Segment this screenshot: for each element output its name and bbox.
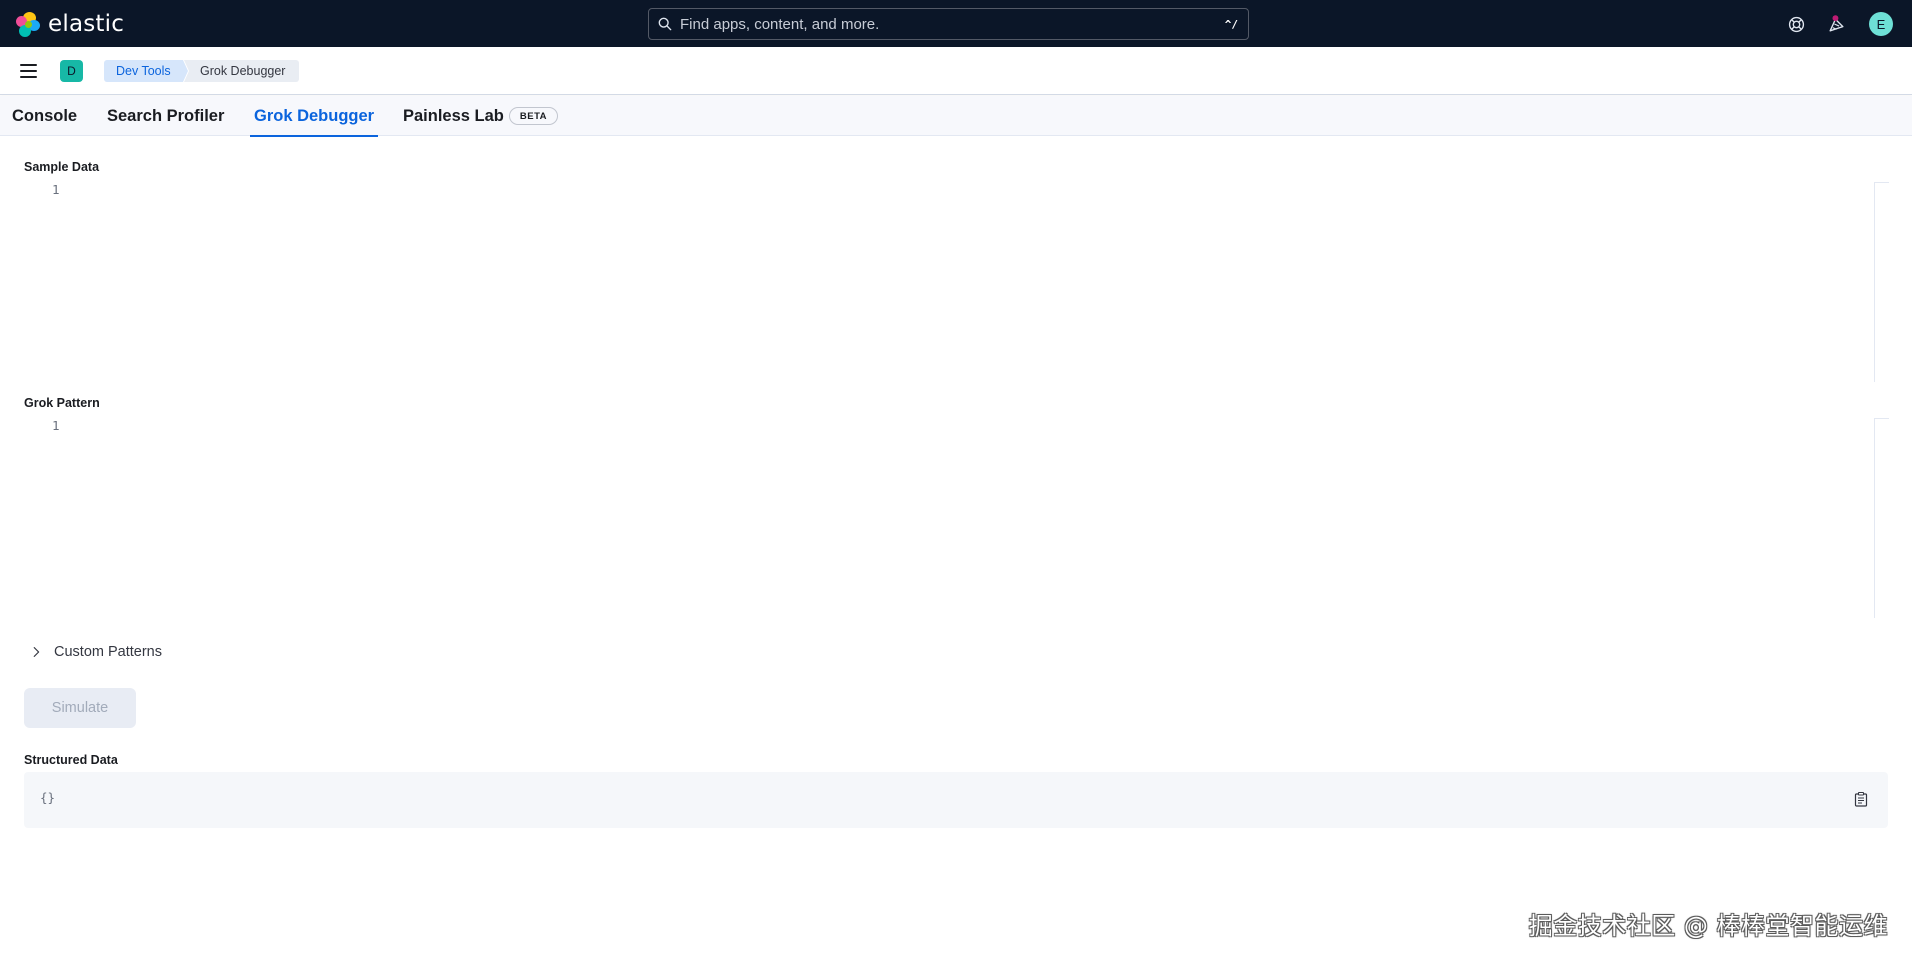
beta-badge: BETA <box>508 107 559 125</box>
custom-patterns-toggle[interactable]: Custom Patterns <box>28 641 162 663</box>
tab-painless-lab-label: Painless Lab <box>403 106 504 125</box>
tab-search-profiler[interactable]: Search Profiler <box>107 96 224 136</box>
grok-pattern-editor[interactable]: 1 <box>24 418 1889 618</box>
copy-clipboard-icon[interactable] <box>1852 790 1870 808</box>
search-icon <box>658 17 672 31</box>
sample-data-label: Sample Data <box>24 160 100 174</box>
editor-scrollbar[interactable] <box>1874 418 1889 618</box>
search-input[interactable] <box>680 15 1225 33</box>
elastic-logo[interactable]: elastic <box>16 11 124 37</box>
menu-icon[interactable] <box>16 59 40 83</box>
custom-patterns-label: Custom Patterns <box>54 644 162 660</box>
line-number: 1 <box>52 418 60 433</box>
watermark-text: 掘金技术社区 @ 棒棒堂智能运维 <box>1528 912 1888 940</box>
logo-text: elastic <box>48 11 125 37</box>
breadcrumb-bar: D Dev Tools Grok Debugger <box>0 47 1912 95</box>
tab-grok-debugger[interactable]: Grok Debugger <box>249 96 379 137</box>
search-shortcut: ^/ <box>1224 17 1238 31</box>
dev-tools-tabs: Console Search Profiler Grok Debugger Pa… <box>0 96 1912 137</box>
structured-data-value: {} <box>40 790 56 805</box>
editor-scrollbar[interactable] <box>1874 182 1889 382</box>
elastic-logo-icon <box>16 11 41 37</box>
structured-data-label: Structured Data <box>24 753 118 767</box>
global-search[interactable]: ^/ <box>648 8 1249 40</box>
space-avatar[interactable]: D <box>60 60 83 82</box>
structured-data-output: {} <box>24 772 1888 828</box>
tab-painless-lab[interactable]: Painless Lab BETA <box>403 96 559 136</box>
grok-pattern-label: Grok Pattern <box>24 396 100 410</box>
sample-data-editor[interactable]: 1 <box>24 182 1889 382</box>
top-header: elastic ^/ E <box>0 0 1912 47</box>
chevron-right-icon <box>28 644 44 660</box>
breadcrumb-grok-debugger: Grok Debugger <box>184 60 299 82</box>
user-avatar[interactable]: E <box>1869 12 1893 36</box>
news-feed-icon[interactable] <box>1824 12 1848 36</box>
breadcrumb-dev-tools[interactable]: Dev Tools <box>104 60 188 82</box>
line-number: 1 <box>52 182 60 197</box>
help-icon[interactable] <box>1784 12 1808 36</box>
simulate-button[interactable]: Simulate <box>24 688 136 728</box>
tab-console[interactable]: Console <box>12 96 77 136</box>
